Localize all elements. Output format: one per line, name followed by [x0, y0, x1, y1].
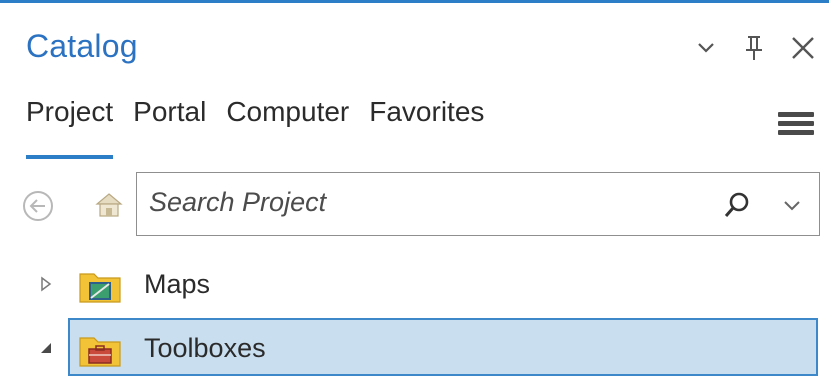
tab-label: Portal: [133, 96, 207, 127]
pane-options-button[interactable]: [692, 34, 720, 62]
tree-item-label: Toolboxes: [144, 333, 266, 363]
back-button[interactable]: [22, 190, 54, 222]
tree-item-toolboxes[interactable]: Toolboxes: [0, 318, 829, 378]
chevron-down-icon: [698, 43, 714, 53]
pin-button[interactable]: [740, 34, 768, 62]
tab-label: Favorites: [369, 96, 485, 127]
catalog-tabs: Project Portal Computer Favorites: [26, 96, 504, 159]
maps-folder-icon: [79, 273, 121, 303]
collapse-arrow-icon[interactable]: [38, 340, 54, 356]
tab-portal[interactable]: Portal: [133, 96, 206, 146]
tab-label: Project: [26, 96, 114, 127]
toolboxes-folder-icon: [79, 337, 121, 367]
search-box[interactable]: Search Project: [136, 172, 820, 236]
hamburger-menu-icon[interactable]: [778, 112, 814, 136]
pane-top-border: [0, 0, 829, 3]
back-arrow-icon: [23, 191, 53, 221]
search-icon[interactable]: [722, 190, 752, 220]
active-tab-indicator: [26, 155, 114, 159]
tab-label: Computer: [226, 96, 350, 127]
tab-project[interactable]: Project: [26, 96, 114, 159]
tree-item-maps[interactable]: Maps: [0, 254, 829, 314]
close-icon: [792, 37, 814, 59]
chevron-down-icon[interactable]: [779, 193, 805, 217]
catalog-pane: Catalog Project Portal Computer Favorite…: [0, 0, 829, 385]
home-button[interactable]: [92, 188, 126, 222]
pin-icon: [746, 36, 762, 60]
home-icon: [95, 193, 123, 217]
tab-computer[interactable]: Computer: [226, 96, 349, 146]
tree-item-label: Maps: [144, 269, 211, 299]
pane-title: Catalog: [26, 28, 138, 64]
expand-arrow-icon[interactable]: [38, 276, 54, 292]
close-button[interactable]: [786, 34, 820, 62]
tab-favorites[interactable]: Favorites: [369, 96, 484, 146]
search-input[interactable]: Search Project: [149, 187, 326, 218]
